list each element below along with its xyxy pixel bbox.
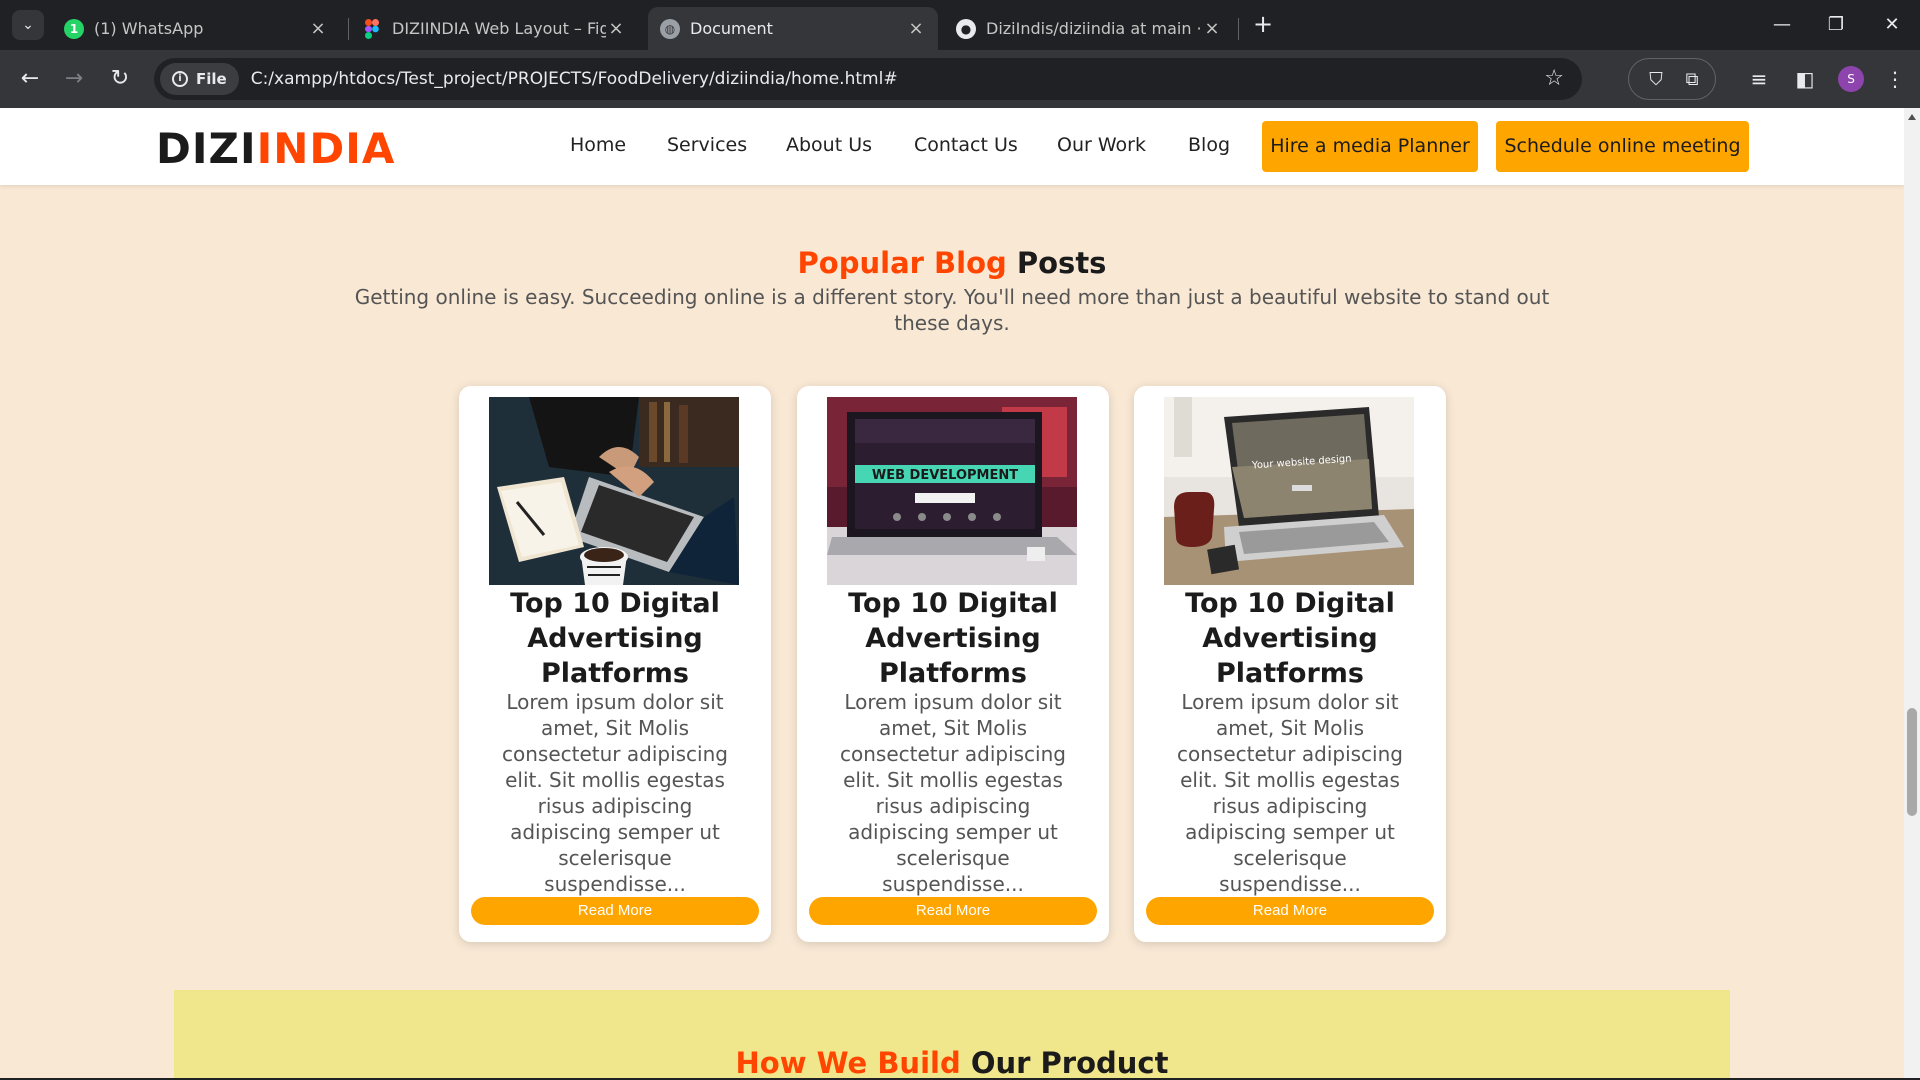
tab-github[interactable]: ● DiziIndis/diziindia at main · sha × — [944, 7, 1234, 50]
nav-blog[interactable]: Blog — [1188, 134, 1230, 156]
close-icon[interactable]: × — [906, 18, 926, 39]
tab-document[interactable]: ◍ Document × — [648, 7, 938, 50]
blog-card-image-web-development[interactable]: WEB DEVELOPMENT — [827, 397, 1077, 585]
window-close-icon[interactable]: ✕ — [1872, 10, 1912, 40]
nav-about-us[interactable]: About Us — [786, 134, 872, 156]
page-scrollbar[interactable] — [1904, 108, 1920, 1080]
blog-card-excerpt: Lorem ipsum dolor sit amet, Sit Molis co… — [840, 690, 1066, 896]
page-viewport: DIZIINDIA Home Services About Us Contact… — [0, 108, 1904, 1078]
extensions-group: ⛉ ⧉ — [1628, 58, 1716, 100]
tab-divider — [1238, 18, 1239, 40]
minimize-icon[interactable]: — — [1762, 10, 1802, 40]
blog-card-title[interactable]: Top 10 Digital Advertising Platforms — [1144, 586, 1436, 691]
read-more-button[interactable]: Read More — [471, 897, 759, 925]
logo-dizi: DIZI — [156, 124, 257, 173]
hire-media-planner-button[interactable]: Hire a media Planner — [1262, 121, 1478, 172]
forward-arrow-icon[interactable]: → — [58, 64, 90, 96]
globe-icon: ◍ — [660, 18, 680, 39]
blog-card: Your website design Top 10 Digital Adver… — [1134, 386, 1446, 942]
back-arrow-icon[interactable]: ← — [14, 64, 46, 96]
profile-avatar[interactable]: S — [1838, 66, 1864, 92]
nav-contact-us[interactable]: Contact Us — [914, 134, 1018, 156]
logo-india: INDIA — [256, 124, 396, 173]
whatsapp-icon: 1 — [64, 18, 84, 39]
reload-icon[interactable]: ↻ — [104, 64, 136, 96]
title-highlight: Popular Blog — [797, 246, 1007, 280]
nav-services[interactable]: Services — [667, 134, 747, 156]
tab-whatsapp[interactable]: 1 (1) WhatsApp × — [52, 7, 340, 50]
site-logo[interactable]: DIZIINDIA — [156, 124, 395, 173]
read-more-button[interactable]: Read More — [1146, 897, 1434, 925]
site-info-chip[interactable]: i File — [160, 63, 239, 95]
how-we-build-section: How We Build Our Product — [174, 990, 1730, 1078]
address-bar[interactable]: i File C:/xampp/htdocs/Test_project/PROJ… — [154, 58, 1582, 100]
blog-section-title: Popular Blog Posts — [0, 246, 1904, 280]
web-development-label: WEB DEVELOPMENT — [872, 468, 1018, 483]
close-icon[interactable]: × — [606, 18, 626, 39]
close-icon[interactable]: × — [1202, 18, 1222, 39]
blog-card-image-website-design[interactable]: Your website design — [1164, 397, 1414, 585]
blog-card-title[interactable]: Top 10 Digital Advertising Platforms — [807, 586, 1099, 691]
scrollbar-thumb[interactable] — [1907, 708, 1917, 816]
scroll-up-arrow-icon[interactable] — [1908, 114, 1916, 120]
title-rest: Posts — [1016, 246, 1107, 280]
restore-icon[interactable]: ❐ — [1816, 10, 1856, 40]
nav-home[interactable]: Home — [570, 134, 626, 156]
tab-figma[interactable]: DIZIINDIA Web Layout – Figma × — [350, 7, 638, 50]
title-highlight: How We Build — [735, 1046, 961, 1078]
site-header: DIZIINDIA Home Services About Us Contact… — [0, 108, 1904, 185]
browser-toolbar: ← → ↻ i File C:/xampp/htdocs/Test_projec… — [0, 50, 1920, 108]
blog-card-image-laptop-notebook[interactable] — [489, 397, 739, 585]
tab-divider — [348, 18, 349, 40]
read-more-button[interactable]: Read More — [809, 897, 1097, 925]
blog-card-excerpt: Lorem ipsum dolor sit amet, Sit Molis co… — [1177, 690, 1403, 896]
schedule-meeting-button[interactable]: Schedule online meeting — [1496, 121, 1749, 172]
build-section-title: How We Build Our Product — [174, 1046, 1730, 1078]
chip-label: File — [196, 70, 227, 88]
tab-title: (1) WhatsApp — [94, 19, 204, 38]
shield-extension-icon[interactable]: ⛉ — [1643, 67, 1669, 93]
blog-section-subtitle: Getting online is easy. Succeeding onlin… — [354, 285, 1550, 335]
blog-card: WEB DEVELOPMENT Top 10 Digital Advertisi… — [797, 386, 1109, 942]
media-queue-icon[interactable]: ≡ — [1744, 64, 1774, 94]
close-icon[interactable]: × — [308, 18, 328, 39]
tab-title: DiziIndis/diziindia at main · sha — [986, 19, 1202, 38]
nav-our-work[interactable]: Our Work — [1057, 134, 1146, 156]
blog-card: Top 10 Digital Advertising Platforms Lor… — [459, 386, 771, 942]
puzzle-extensions-icon[interactable]: ⧉ — [1679, 67, 1705, 93]
bookmark-star-icon[interactable]: ☆ — [1544, 66, 1564, 91]
url-text[interactable]: C:/xampp/htdocs/Test_project/PROJECTS/Fo… — [251, 69, 898, 89]
info-icon: i — [172, 71, 188, 87]
blog-card-title[interactable]: Top 10 Digital Advertising Platforms — [469, 586, 761, 691]
figma-icon — [362, 18, 382, 39]
github-icon: ● — [956, 18, 976, 39]
side-panel-icon[interactable]: ◧ — [1790, 64, 1820, 94]
browser-tab-strip: ⌄ 1 (1) WhatsApp × DIZIINDIA Web Layout … — [0, 0, 1920, 50]
tab-search-chevron-icon[interactable]: ⌄ — [12, 10, 44, 40]
tab-title: DIZIINDIA Web Layout – Figma — [392, 19, 606, 38]
new-tab-plus-icon[interactable]: + — [1248, 10, 1278, 40]
blog-card-excerpt: Lorem ipsum dolor sit amet, Sit Molis co… — [502, 690, 728, 896]
menu-kebab-icon[interactable]: ⋮ — [1880, 64, 1910, 94]
tab-title: Document — [690, 19, 773, 38]
title-rest: Our Product — [970, 1046, 1169, 1078]
